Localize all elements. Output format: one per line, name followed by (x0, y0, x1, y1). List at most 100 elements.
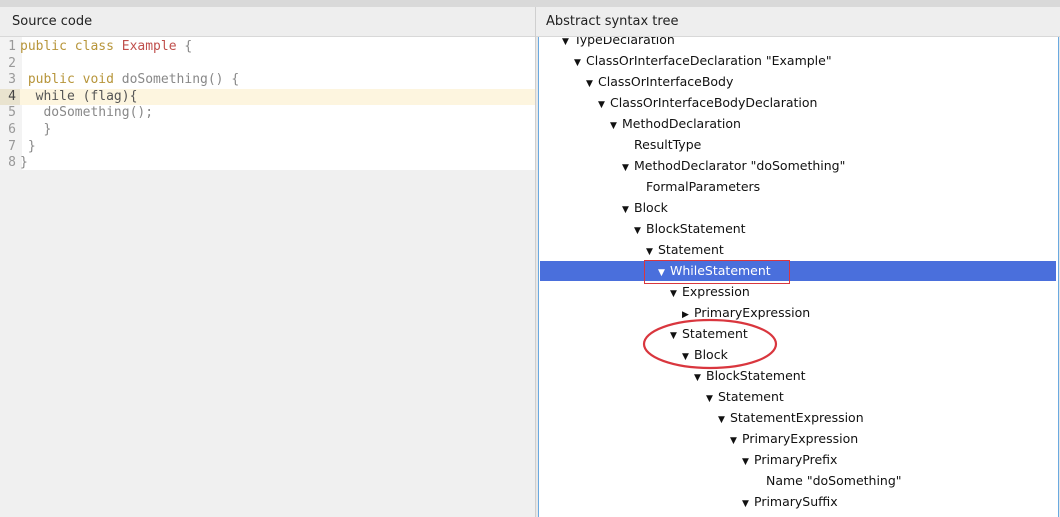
ast-node[interactable]: ▼ ClassOrInterfaceBodyDeclaration (598, 92, 817, 113)
ast-node[interactable]: ▼ MethodDeclaration (610, 113, 741, 134)
ast-node-label: Block (634, 200, 668, 215)
expand-triangle-icon[interactable]: ▼ (658, 263, 670, 284)
expand-triangle-icon[interactable]: ▼ (670, 284, 682, 305)
ast-node-label: BlockStatement (646, 221, 746, 236)
selected-row-highlight (540, 260, 1056, 281)
ast-node-label: TypeDeclaration (574, 37, 675, 47)
ast-node[interactable]: ▼ TypeDeclaration (562, 37, 675, 50)
ast-node-label: Statement (658, 242, 724, 257)
source-code-header: Source code (0, 7, 536, 37)
ast-node-label: PrimaryExpression (742, 431, 859, 446)
ast-node[interactable]: ▼ Statement (670, 323, 748, 344)
ast-node[interactable]: ▼ ClassOrInterfaceDeclaration "Example" (574, 50, 832, 71)
ast-node[interactable]: ▼ Block (622, 197, 668, 218)
code-token: while (20, 88, 75, 104)
expand-triangle-icon[interactable]: ▼ (718, 410, 730, 431)
expand-triangle-icon[interactable]: ▼ (598, 95, 610, 116)
ast-header: Abstract syntax tree (536, 7, 1060, 37)
expand-triangle-icon[interactable]: ▼ (730, 431, 742, 452)
ast-node-label: PrimaryExpression (694, 305, 811, 320)
ast-node-label: MethodDeclaration (622, 116, 741, 131)
ast-node[interactable]: ▼ Block (682, 344, 728, 365)
ast-node-label: Block (694, 347, 728, 362)
code-line[interactable]: 2 (0, 56, 535, 73)
code-token: (flag){ (74, 88, 138, 104)
panel-divider[interactable] (535, 7, 536, 517)
expand-triangle-icon[interactable]: ▼ (634, 221, 646, 242)
ast-node[interactable]: ▼ Statement (646, 239, 724, 260)
ast-node[interactable]: FormalParameters (634, 176, 760, 197)
ast-node[interactable]: ▼ WhileStatement (658, 260, 771, 281)
ast-node-label: StatementExpression (730, 410, 864, 425)
code-token: } (20, 138, 36, 154)
code-token: } (20, 122, 52, 137)
code-token: Example (121, 39, 177, 54)
code-token: } (20, 155, 28, 171)
source-code-editor[interactable]: 1 public class Example {2 3 public void do… (0, 37, 535, 517)
ast-node-label: PrimarySuffix (754, 494, 838, 509)
expand-triangle-icon[interactable]: ▼ (706, 389, 718, 410)
expand-triangle-icon[interactable]: ▼ (646, 242, 658, 263)
ast-node[interactable]: ▼ PrimarySuffix (742, 491, 838, 512)
line-number: 4 (0, 88, 20, 106)
line-number: 6 (8, 122, 16, 137)
expand-triangle-icon[interactable]: ▼ (742, 494, 754, 515)
line-number: 8 (8, 155, 16, 171)
ast-node-label: ClassOrInterfaceBodyDeclaration (610, 95, 818, 110)
expand-triangle-icon[interactable]: ▼ (574, 53, 586, 74)
ast-node[interactable]: ▼ ClassOrInterfaceBody (586, 71, 733, 92)
code-token: doSomething() { (121, 72, 240, 88)
expand-triangle-icon[interactable]: ▼ (694, 368, 706, 389)
ast-node-label: ClassOrInterfaceDeclaration "Example" (586, 53, 832, 68)
code-token: public class (20, 39, 122, 54)
ast-node[interactable]: ▼ StatementExpression (718, 407, 864, 428)
ast-node-label: Expression (682, 284, 750, 299)
expand-triangle-icon[interactable]: ▼ (682, 347, 694, 368)
line-number: 7 (8, 138, 16, 154)
ast-node-label: Statement (718, 389, 784, 404)
ast-node[interactable]: ▼ PrimaryExpression (730, 428, 858, 449)
code-token: { (176, 39, 193, 54)
code-line[interactable]: 8} (0, 155, 535, 172)
ast-node[interactable]: ▶ PrimaryExpression (682, 302, 810, 323)
expand-triangle-icon[interactable]: ▼ (622, 158, 634, 179)
ast-node[interactable]: Name "doSomething" (754, 470, 902, 491)
code-line[interactable]: 1 public class Example { (0, 39, 535, 56)
expand-triangle-icon[interactable]: ▼ (586, 74, 598, 95)
line-number: 5 (8, 105, 16, 121)
ast-node[interactable]: ▼ BlockStatement (634, 218, 746, 239)
editor-empty-area[interactable] (0, 170, 535, 517)
code-line[interactable]: 5 doSomething(); (0, 105, 535, 122)
ast-node[interactable]: ▼ Expression (670, 281, 750, 302)
ast-node-label: FormalParameters (646, 179, 761, 194)
expand-triangle-icon[interactable]: ▼ (610, 116, 622, 137)
ast-tree-panel[interactable]: ▼ TypeDeclaration ▼ ClassOrInterfaceDeclara… (538, 37, 1059, 517)
ast-node-label: ClassOrInterfaceBody (598, 74, 734, 89)
expand-triangle-icon[interactable]: ▼ (622, 200, 634, 221)
window-top-strip (0, 0, 1060, 7)
code-line[interactable]: 6 } (0, 122, 535, 139)
ast-node-label: BlockStatement (706, 368, 806, 383)
ast-node[interactable]: ▼ PrimaryPrefix (742, 449, 837, 470)
code-token: doSomething(); (20, 105, 154, 121)
code-line[interactable]: 4 while (flag){ (0, 88, 535, 106)
code-token: public void (20, 72, 122, 88)
ast-node-label: PrimaryPrefix (754, 452, 838, 467)
code-line[interactable]: 3 public void doSomething() { (0, 72, 535, 89)
expand-triangle-icon[interactable]: ▼ (670, 326, 682, 347)
ast-node-label: Statement (682, 326, 748, 341)
ast-node[interactable]: ▼ BlockStatement (694, 365, 806, 386)
ast-node-label: ResultType (634, 137, 702, 152)
ast-node-label: WhileStatement (670, 263, 771, 278)
ast-node[interactable]: ▼ MethodDeclarator "doSomething" (622, 155, 845, 176)
line-number: 2 (8, 55, 16, 71)
expand-triangle-icon[interactable]: ▼ (562, 37, 574, 53)
ast-node-label: MethodDeclarator "doSomething" (634, 158, 846, 173)
ast-node[interactable]: ▼ Statement (706, 386, 784, 407)
code-line[interactable]: 7 } (0, 139, 535, 156)
ast-node-label: Name "doSomething" (766, 473, 902, 488)
line-number: 3 (8, 72, 16, 88)
line-number: 1 (8, 39, 16, 54)
expand-triangle-icon[interactable]: ▼ (742, 452, 754, 473)
ast-node[interactable]: ResultType (622, 134, 701, 155)
